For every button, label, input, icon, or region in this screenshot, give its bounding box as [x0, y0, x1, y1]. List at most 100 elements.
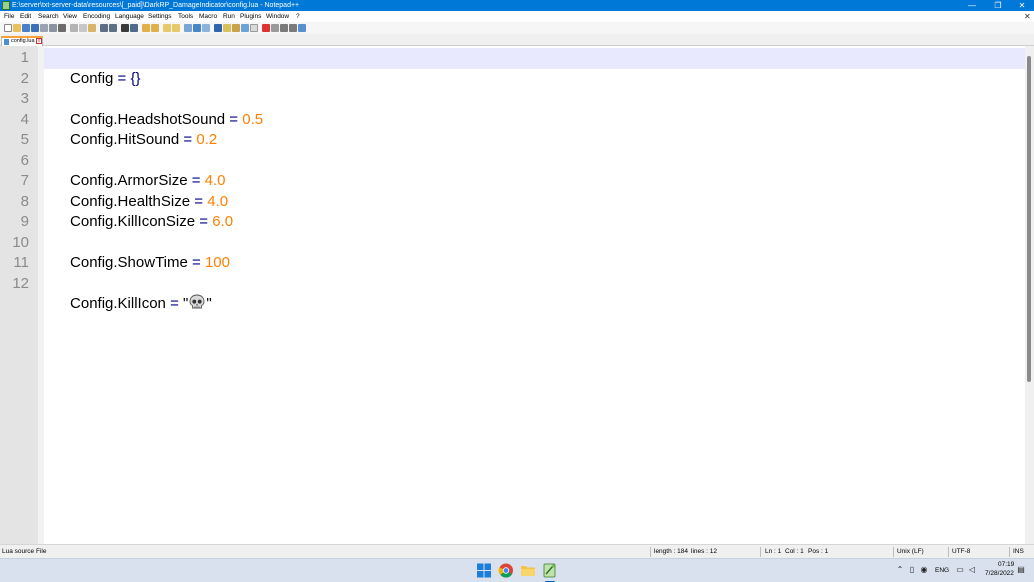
menu-settings[interactable]: Settings	[148, 11, 172, 22]
code-editor[interactable]: 1 2 3 4 5 6 7 8 9 10 11 12 Config = {} C…	[0, 46, 1034, 544]
line-number: 3	[20, 90, 29, 107]
save-all-icon[interactable]	[31, 24, 39, 32]
language-indicator[interactable]: ENG	[935, 567, 949, 574]
notepad-plus-plus-window: E:\server\txt-server-data\resources\[_pa…	[0, 0, 1034, 582]
status-divider	[893, 547, 894, 557]
indent-guide-icon[interactable]	[202, 24, 210, 32]
close-file-icon[interactable]	[40, 24, 48, 32]
scrollbar-thumb[interactable]	[1027, 56, 1031, 382]
menu-file[interactable]: File	[4, 11, 14, 22]
taskbar: ⌃ ▯ ◉ ENG ▭ ◁ 07:19 7/28/2022 ▤	[0, 558, 1034, 582]
code-operator: =	[199, 213, 213, 230]
menu-encoding[interactable]: Encoding	[83, 11, 110, 22]
paste-icon[interactable]	[88, 24, 96, 32]
open-file-icon[interactable]	[13, 24, 21, 32]
line-number: 2	[20, 69, 29, 87]
show-all-characters-icon[interactable]	[193, 24, 201, 32]
code-number: 100	[204, 254, 230, 271]
chevron-up-icon[interactable]: ⌃	[895, 565, 905, 575]
file-icon	[4, 39, 9, 45]
menu-tools[interactable]: Tools	[178, 11, 193, 22]
user-language-icon[interactable]	[214, 24, 222, 32]
menu-window[interactable]: Window	[266, 11, 289, 22]
status-col: Col : 1	[785, 548, 804, 555]
clock-time[interactable]: 07:19	[998, 561, 1014, 568]
close-all-icon[interactable]	[49, 24, 57, 32]
sync-vertical-icon[interactable]	[163, 24, 171, 32]
status-file-type: Lua source File	[2, 548, 47, 555]
code-operator: =	[192, 254, 205, 271]
notepad-plus-plus-icon[interactable]	[542, 562, 558, 579]
zoom-out-icon[interactable]	[151, 24, 159, 32]
clock-date[interactable]: 7/28/2022	[985, 570, 1014, 577]
notepad-plus-plus-icon	[2, 1, 10, 10]
speaker-muted-icon[interactable]: ◁	[967, 565, 977, 575]
play-macro-icon[interactable]	[280, 24, 288, 32]
network-icon[interactable]: ▭	[955, 565, 965, 575]
menu-search[interactable]: Search	[38, 11, 59, 22]
status-encoding: UTF-8	[952, 548, 971, 555]
line-number: 9	[20, 213, 29, 230]
status-eol: Unix (LF)	[897, 548, 924, 555]
menu-run[interactable]: Run	[223, 11, 235, 22]
find-icon[interactable]	[121, 24, 129, 32]
undo-icon[interactable]	[100, 24, 108, 32]
new-file-icon[interactable]	[4, 24, 12, 32]
steam-icon[interactable]: ◉	[919, 565, 929, 575]
close-window-button[interactable]: ✕	[1008, 0, 1034, 11]
tab-bar: config.lua x	[0, 34, 1034, 46]
fold-margin	[38, 46, 44, 544]
vertical-scrollbar[interactable]	[1025, 46, 1034, 544]
menu-view[interactable]: View	[63, 11, 77, 22]
record-macro-icon[interactable]	[262, 24, 270, 32]
stop-macro-icon[interactable]	[271, 24, 279, 32]
window-title: E:\server\txt-server-data\resources\[_pa…	[12, 2, 300, 9]
menu-plugins[interactable]: Plugins	[240, 11, 261, 22]
status-length: length : 184	[654, 548, 688, 555]
code-number: 6.0	[212, 213, 234, 230]
line-number: 6	[20, 151, 29, 169]
tab-label: config.lua	[11, 38, 35, 44]
status-insert-mode: INS	[1013, 548, 1024, 555]
code-line: Config.KillIcon = " "	[45, 274, 212, 336]
usb-icon[interactable]: ▯	[907, 565, 917, 575]
menu-edit[interactable]: Edit	[20, 11, 31, 22]
sync-horizontal-icon[interactable]	[172, 24, 180, 32]
title-bar[interactable]: E:\server\txt-server-data\resources\[_pa…	[0, 0, 1034, 11]
code-operator: =	[229, 110, 243, 128]
line-number: 5	[20, 131, 29, 148]
close-document-icon[interactable]: ✕	[1024, 11, 1031, 22]
code-identifier: Config.KillIconSize	[70, 213, 200, 230]
tab-close-icon[interactable]: x	[36, 38, 42, 44]
redo-icon[interactable]	[109, 24, 117, 32]
chrome-icon[interactable]	[498, 562, 514, 579]
current-line-highlight	[44, 48, 1025, 69]
windows-start-icon[interactable]	[476, 562, 492, 579]
menu-help[interactable]: ?	[296, 11, 300, 22]
monitoring-icon[interactable]	[250, 24, 258, 32]
folder-workspace-icon[interactable]	[241, 24, 249, 32]
status-divider	[760, 547, 761, 557]
copy-icon[interactable]	[79, 24, 87, 32]
line-number: 4	[20, 110, 29, 128]
menu-bar: File Edit Search View Encoding Language …	[0, 11, 1034, 22]
status-ln: Ln : 1	[765, 548, 782, 555]
toolbar	[0, 22, 1034, 34]
status-bar: Lua source File length : 184 lines : 12 …	[0, 544, 1034, 558]
cut-icon[interactable]	[70, 24, 78, 32]
save-icon[interactable]	[22, 24, 30, 32]
file-explorer-icon[interactable]	[520, 562, 536, 579]
replace-icon[interactable]	[130, 24, 138, 32]
run-macro-multiple-icon[interactable]	[289, 24, 297, 32]
zoom-in-icon[interactable]	[142, 24, 150, 32]
word-wrap-icon[interactable]	[184, 24, 192, 32]
function-list-icon[interactable]	[232, 24, 240, 32]
menu-language[interactable]: Language	[115, 11, 144, 22]
document-map-icon[interactable]	[223, 24, 231, 32]
notification-icon[interactable]: ▤	[1016, 565, 1026, 575]
menu-macro[interactable]: Macro	[199, 11, 217, 22]
tab-config-lua[interactable]: config.lua x	[1, 36, 43, 46]
print-icon[interactable]	[58, 24, 66, 32]
save-macro-icon[interactable]	[298, 24, 306, 32]
minimize-button[interactable]: —	[958, 0, 986, 11]
